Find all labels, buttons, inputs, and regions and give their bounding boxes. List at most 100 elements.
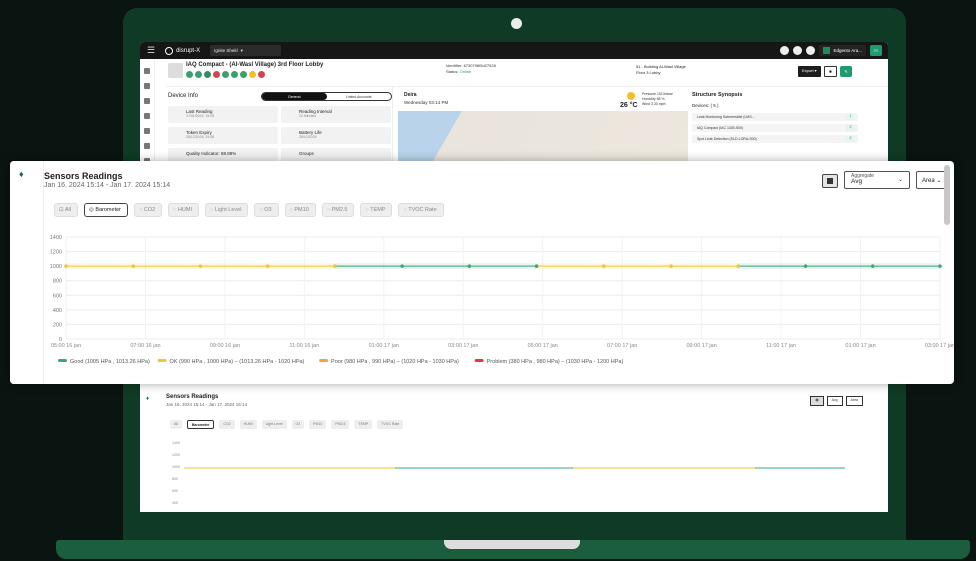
synopsis-row[interactable]: Spot Leak Detection (SLD-LORA-S00) 2 — [692, 135, 858, 143]
account-name: Edgento Ara... — [833, 48, 862, 53]
map-datetime: Wednesday 03:14 PM — [404, 100, 449, 105]
y-tick-label: 1200 — [50, 250, 62, 256]
notification-icon[interactable] — [780, 46, 790, 55]
home-icon[interactable] — [144, 83, 150, 89]
scrollbar[interactable] — [944, 165, 950, 225]
map-location: Deira — [404, 92, 417, 98]
data-point — [736, 264, 741, 268]
weather-header: Deira Wednesday 03:14 PM 26 °C Pressure … — [398, 89, 688, 111]
export-label: Export — [802, 68, 814, 73]
data-point — [602, 264, 606, 268]
status-value: Online — [459, 69, 472, 74]
share-icon — [258, 71, 265, 78]
data-point — [198, 264, 203, 268]
legend-swatch — [58, 359, 67, 362]
menu-icon[interactable]: ☰ — [147, 45, 155, 56]
user-name: Ignite Shekl — [214, 48, 238, 53]
y-tick-label: 600 — [53, 293, 62, 299]
device-header: IAQ Compact - (Al-Wasl Village) 3rd Floo… — [166, 60, 888, 87]
data-point — [467, 264, 472, 268]
brand-mark-icon — [165, 46, 174, 55]
card-label: Quality Indicator: 88.89% — [186, 151, 237, 156]
token-expiry-card: Token Expiry 28/12/2026, 15:58 — [168, 127, 278, 144]
dust-icon — [240, 71, 247, 78]
legend-swatch — [474, 359, 484, 362]
data-point — [400, 264, 404, 268]
structure-synopsis: Structure Synopsis Devices: ( 5 ) Leak M… — [692, 87, 862, 162]
co2-icon — [222, 71, 229, 78]
sensors-readings-card: ♦ Sensors Readings Jan 16. 2024 15:14 - … — [10, 161, 954, 384]
thermometer-icon — [213, 71, 220, 78]
back-icon[interactable] — [144, 68, 150, 74]
chevron-down-icon: ▾ — [240, 47, 243, 53]
export-button[interactable]: Export ▾ — [798, 66, 821, 77]
status-label: Status: — [446, 69, 459, 74]
header-actions: Export ▾ ✱ ✎ — [798, 66, 853, 77]
y-tick-label: 400 — [53, 308, 62, 314]
row-name: Leak Monitoring Submersible (LMS... — [697, 115, 755, 119]
data-point — [938, 264, 942, 268]
tab-linked-accounts[interactable]: Linked Accounts — [327, 93, 392, 100]
globe-icon[interactable] — [806, 46, 816, 55]
link-button[interactable]: ✱ — [823, 66, 838, 77]
legend-label: Problem (380 HPa , 980 HPa) – (1030 HPa … — [487, 359, 624, 365]
x-tick-label: 07:00 17 jan — [607, 343, 637, 349]
users-icon[interactable] — [144, 113, 150, 119]
legend-label: Poor (980 HPa , 990 HPa) – (1020 HPa - 1… — [331, 359, 459, 365]
data-point — [534, 264, 539, 268]
row-count: 2 — [846, 125, 855, 131]
data-point — [333, 264, 337, 268]
row-name: IAQ Compact (IAC 1300-S00) — [697, 126, 744, 130]
x-tick-label: 01:00 17 jan — [369, 343, 399, 349]
list-icon[interactable] — [144, 98, 150, 104]
device-thumbnail — [168, 63, 183, 78]
legend-label: OK (990 HPa , 1000 HPa) – (1013.26 HPa -… — [170, 359, 305, 365]
map-image[interactable] — [398, 111, 688, 162]
synopsis-row[interactable]: Leak Monitoring Submersible (LMS... 1 — [692, 113, 858, 121]
weather-details: Pressure 1013mbar Humidity 58 % Wind 3.3… — [642, 92, 673, 107]
x-tick-label: 05:00 16 jan — [51, 343, 81, 349]
document-icon[interactable] — [144, 128, 150, 134]
camera-dot — [511, 18, 522, 29]
data-point — [870, 264, 875, 268]
brand-logo: disrupt-X — [165, 46, 201, 55]
map-panel: Deira Wednesday 03:14 PM 26 °C Pressure … — [398, 89, 688, 162]
x-tick-label: 01:00 17 jan — [845, 343, 875, 349]
legend-swatch — [319, 359, 329, 362]
wind: Wind 3.33 mph — [642, 102, 666, 106]
account-menu[interactable]: Edgento Ara... — [819, 45, 866, 56]
help-icon[interactable] — [793, 46, 803, 55]
user-select[interactable]: Ignite Shekl ▾ — [210, 45, 282, 56]
x-tick-label: 09:00 16 jan — [210, 343, 240, 349]
row-count: 1 — [846, 114, 855, 120]
cloud-icon — [195, 71, 202, 78]
top-bar: ☰ disrupt-X Ignite Shekl ▾ Edgento Ara..… — [140, 42, 888, 59]
data-point — [64, 264, 68, 268]
device-info-tabs: General Linked Accounts — [261, 92, 392, 101]
synopsis-title: Structure Synopsis — [692, 92, 743, 98]
card-label: Groups — [299, 151, 314, 156]
settings-icon[interactable] — [144, 143, 150, 149]
profile-button[interactable]: ≡≡ — [870, 45, 882, 56]
pressure: Pressure 1013mbar — [642, 92, 673, 96]
location-icon — [186, 71, 193, 78]
device-info-panel: Device Info General Linked Accounts Last… — [166, 87, 393, 165]
data-point — [265, 264, 270, 268]
brand-name: disrupt-X — [176, 47, 201, 54]
drop-icon — [204, 71, 211, 78]
identifier-label: Identifier: — [446, 63, 463, 68]
laptop-notch — [444, 540, 580, 549]
y-tick-label: 1000 — [50, 264, 62, 270]
lower-chart — [184, 467, 845, 469]
sun-icon — [627, 92, 635, 100]
edit-button[interactable]: ✎ — [840, 66, 853, 77]
card-value: 28/12/2026, 15:58 — [186, 135, 215, 139]
x-tick-label: 07:00 16 jan — [130, 343, 160, 349]
card-value: 17/01/2024, 15:09 — [186, 114, 215, 118]
row-name: Spot Leak Detection (SLD-LORA-S00) — [697, 137, 757, 141]
tab-general[interactable]: General — [262, 93, 327, 100]
lower-sensors-preview: ♦ Sensors Readings Jan 16. 2024 15:14 - … — [140, 384, 888, 512]
device-sensor-icons — [186, 71, 265, 78]
synopsis-row[interactable]: IAQ Compact (IAC 1300-S00) 2 — [692, 124, 858, 132]
gas-icon — [231, 71, 238, 78]
